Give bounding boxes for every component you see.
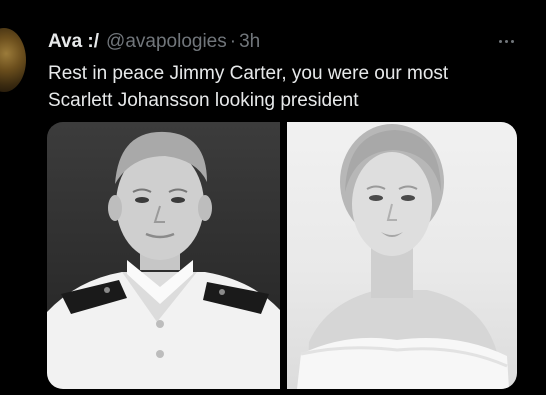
user-handle[interactable]: @avapologies: [106, 31, 227, 53]
media-image-left[interactable]: [47, 122, 280, 389]
separator-dot: ·: [229, 31, 237, 52]
portrait-illustration-right: [297, 124, 509, 389]
tweet-text-line: Rest in peace Jimmy Carter, you were our…: [48, 63, 449, 84]
tweet-text: Rest in peace Jimmy Carter, you were our…: [48, 60, 518, 114]
tweet: Ava :/ @avapologies · 3h Rest in peace J…: [0, 0, 546, 395]
more-options-icon[interactable]: [499, 40, 514, 43]
tweet-header: Ava :/ @avapologies · 3h: [48, 31, 260, 57]
timestamp[interactable]: 3h: [239, 31, 260, 53]
tweet-media: [47, 122, 517, 389]
media-image-right[interactable]: [287, 122, 517, 389]
tweet-text-line: Scarlett Johansson looking president: [48, 90, 359, 111]
portrait-illustration-left: [47, 131, 280, 389]
avatar[interactable]: [0, 28, 26, 92]
display-name[interactable]: Ava :/: [48, 31, 99, 53]
